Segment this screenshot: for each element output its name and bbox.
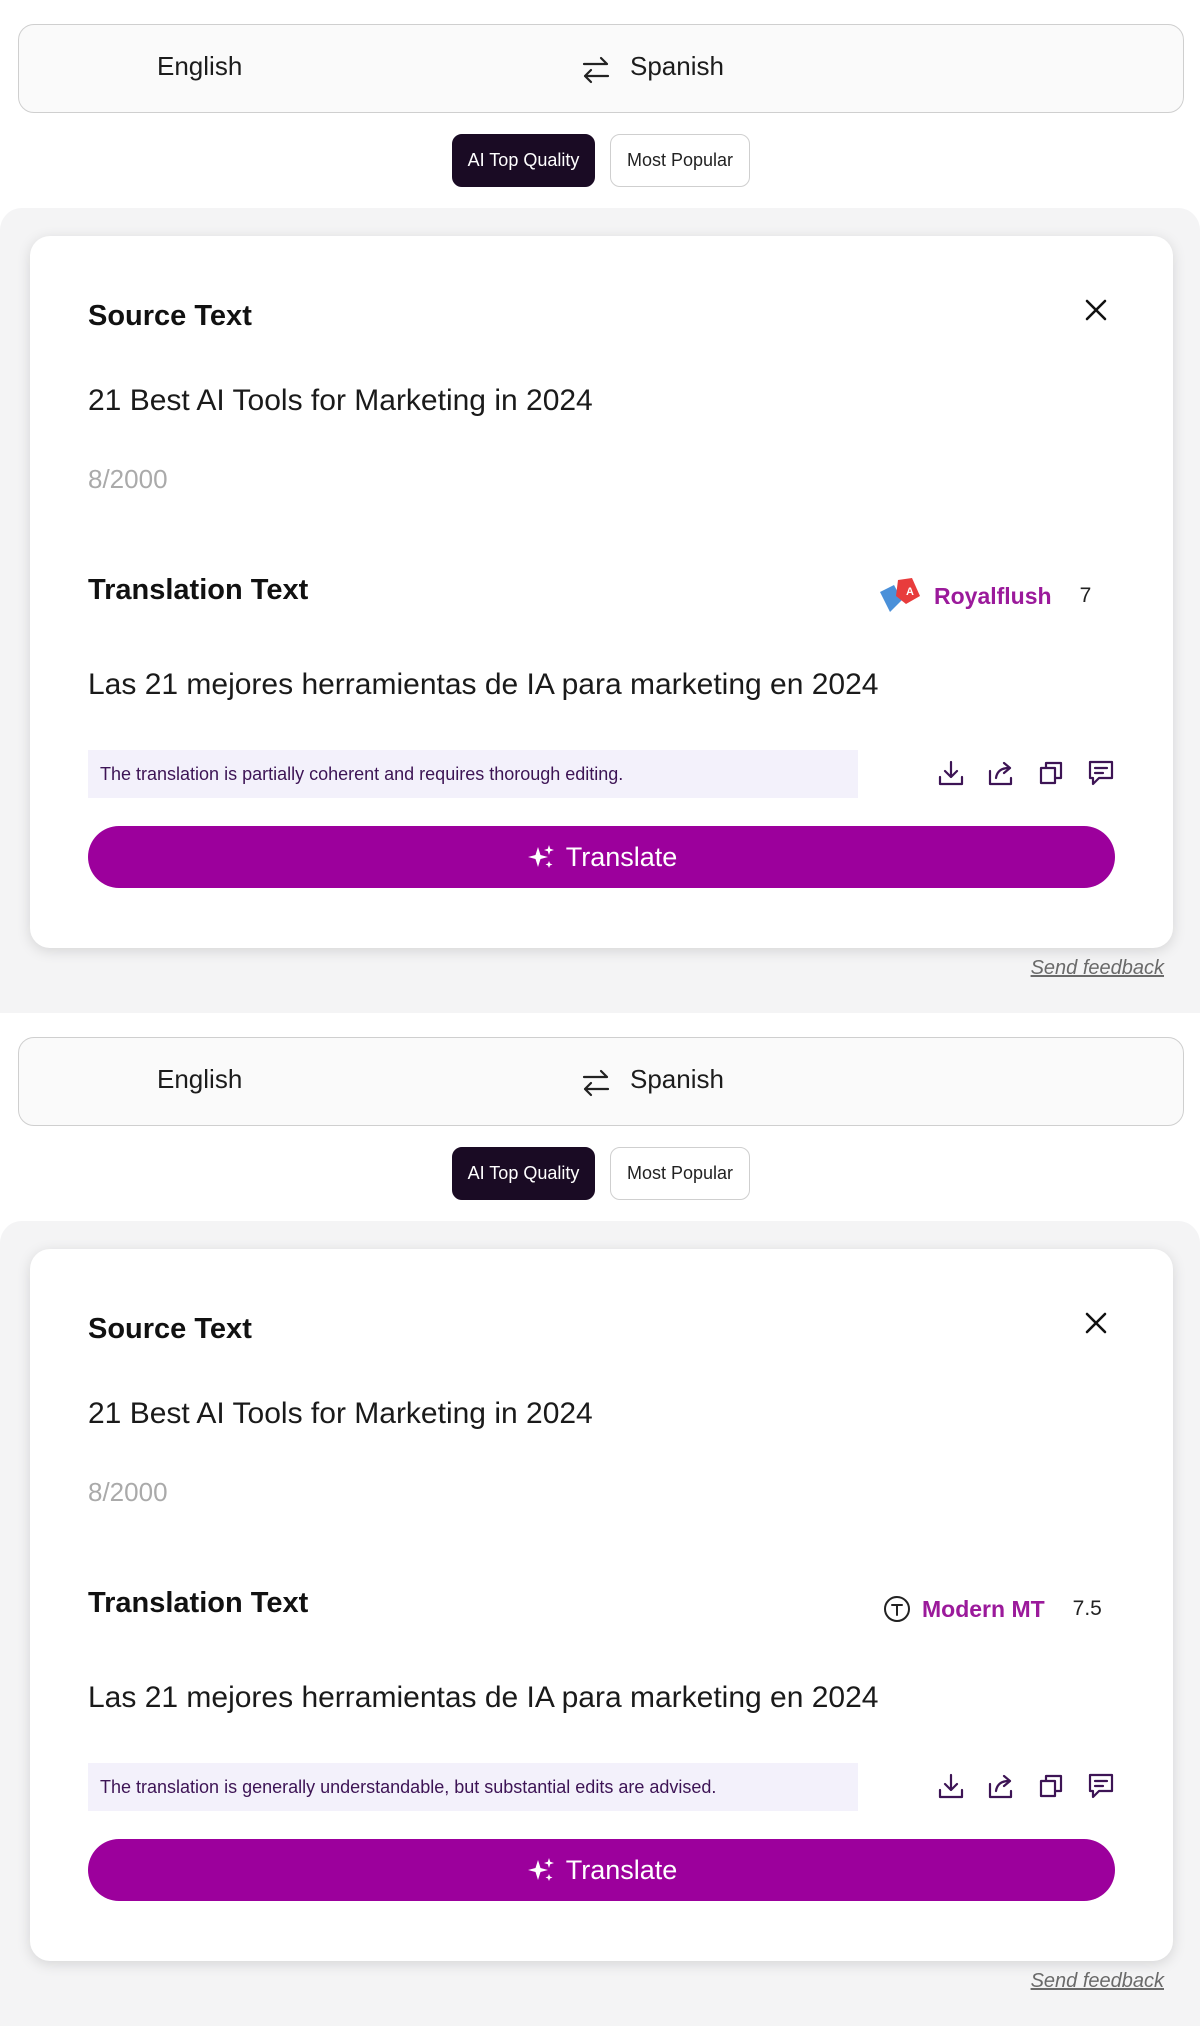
share-icon[interactable] (985, 1770, 1017, 1802)
translation-text-heading: Translation Text (88, 1587, 309, 1619)
send-feedback-link[interactable]: Send feedback (1031, 957, 1164, 980)
translation-text-heading: Translation Text (88, 574, 309, 606)
modernmt-logo-icon (884, 1596, 910, 1622)
feedback-comment-icon[interactable] (1085, 757, 1117, 789)
source-text-input[interactable]: 21 Best AI Tools for Marketing in 2024 (88, 384, 593, 418)
royalflush-logo-icon: A (880, 578, 920, 612)
translator-panel-1: English Spanish AI Top Quality Most Popu… (0, 0, 1200, 1013)
svg-text:A: A (906, 586, 914, 598)
language-selector-bar: English Spanish (18, 1037, 1184, 1126)
source-language-select[interactable]: English (157, 51, 242, 82)
swap-arrows-icon[interactable] (579, 1066, 613, 1100)
quality-note: The translation is partially coherent an… (88, 750, 858, 798)
translate-button-label: Translate (565, 841, 678, 872)
mode-most-popular-button[interactable]: Most Popular (610, 134, 750, 187)
mode-ai-top-quality-button[interactable]: AI Top Quality (452, 134, 595, 187)
engine-selector[interactable]: Modern MT 7.5 (882, 1585, 1102, 1633)
source-text-heading: Source Text (88, 1313, 252, 1345)
translation-card: Source Text 21 Best AI Tools for Marketi… (30, 1249, 1173, 1961)
translate-button[interactable]: Translate (88, 826, 1115, 888)
copy-icon[interactable] (1035, 757, 1067, 789)
sparkle-icon (527, 1858, 554, 1881)
mode-most-popular-button[interactable]: Most Popular (610, 1147, 750, 1200)
source-text-heading: Source Text (88, 300, 252, 332)
translation-output: Las 21 mejores herramientas de IA para m… (88, 1681, 879, 1714)
quality-note: The translation is generally understanda… (88, 1763, 858, 1811)
send-feedback-link[interactable]: Send feedback (1031, 1970, 1164, 1993)
feedback-comment-icon[interactable] (1085, 1770, 1117, 1802)
swap-arrows-icon[interactable] (579, 53, 613, 87)
download-icon[interactable] (935, 757, 967, 789)
language-selector-bar: English Spanish (18, 24, 1184, 113)
source-language-select[interactable]: English (157, 1064, 242, 1095)
source-text-input[interactable]: 21 Best AI Tools for Marketing in 2024 (88, 1397, 593, 1431)
engine-score: 7 (1079, 584, 1092, 607)
translation-card: Source Text 21 Best AI Tools for Marketi… (30, 236, 1173, 948)
character-counter: 8/2000 (88, 464, 168, 494)
copy-icon[interactable] (1035, 1770, 1067, 1802)
engine-name: Modern MT (922, 1595, 1045, 1622)
sparkle-icon (527, 845, 554, 868)
target-language-select[interactable]: Spanish (630, 51, 724, 82)
engine-score: 7.5 (1072, 1597, 1102, 1620)
engine-selector[interactable]: A Royalflush 7 (876, 572, 1091, 620)
target-language-select[interactable]: Spanish (630, 1064, 724, 1095)
mode-ai-top-quality-button[interactable]: AI Top Quality (452, 1147, 595, 1200)
character-counter: 8/2000 (88, 1477, 168, 1507)
translate-button[interactable]: Translate (88, 1839, 1115, 1901)
translator-panel-2: English Spanish AI Top Quality Most Popu… (0, 1013, 1200, 2026)
download-icon[interactable] (935, 1770, 967, 1802)
translate-button-label: Translate (565, 1854, 678, 1885)
close-icon[interactable] (1080, 1307, 1112, 1339)
engine-name: Royalflush (934, 582, 1052, 609)
close-icon[interactable] (1080, 294, 1112, 326)
share-icon[interactable] (985, 757, 1017, 789)
translation-output: Las 21 mejores herramientas de IA para m… (88, 668, 879, 701)
